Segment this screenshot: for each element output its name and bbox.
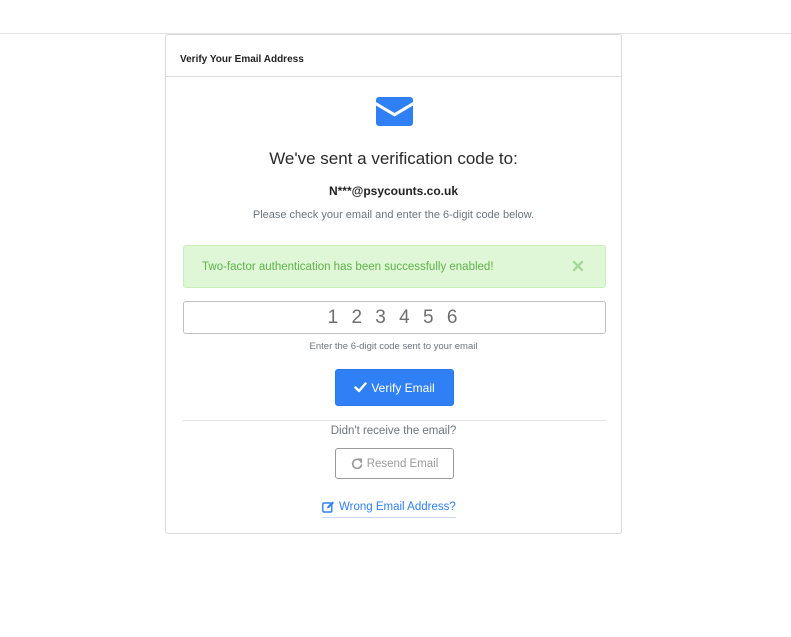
verify-email-card: Verify Your Email Address We've sent a v…: [165, 34, 622, 534]
top-navbar: [0, 0, 791, 34]
resend-email-label: Resend Email: [366, 457, 439, 470]
success-alert: Two-factor authentication has been succe…: [183, 245, 606, 288]
refresh-icon: [351, 457, 363, 470]
sent-code-heading: We've sent a verification code to:: [269, 149, 518, 168]
card-header-title: Verify Your Email Address: [166, 35, 621, 77]
masked-email: N***@psycounts.co.uk: [328, 184, 459, 198]
wrong-email-label: Wrong Email Address?: [339, 501, 456, 513]
wrong-email-link[interactable]: Wrong Email Address?: [322, 498, 456, 518]
didnt-receive-text: Didn't receive the email?: [330, 425, 457, 437]
close-icon[interactable]: [571, 259, 585, 273]
divider: [183, 420, 606, 421]
instruction-text: Please check your email and enter the 6-…: [252, 209, 535, 221]
envelope-icon: [376, 97, 413, 126]
resend-email-button[interactable]: Resend Email: [335, 448, 454, 479]
verification-code-input[interactable]: [183, 301, 606, 334]
alert-message: Two-factor authentication has been succe…: [202, 261, 494, 273]
edit-icon: [322, 501, 335, 513]
check-icon: [354, 382, 368, 393]
code-help-text: Enter the 6-digit code sent to your emai…: [309, 341, 478, 352]
verify-email-button[interactable]: Verify Email: [335, 369, 454, 406]
verify-email-label: Verify Email: [371, 380, 435, 395]
